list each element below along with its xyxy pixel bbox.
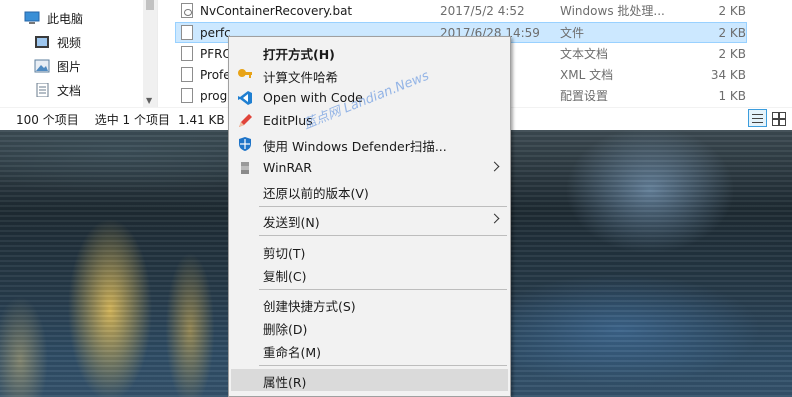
menu-item-label: 使用 Windows Defender扫描... [263,139,447,154]
menu-item-delete[interactable]: 删除(D) [231,316,508,338]
vscode-icon [238,91,252,105]
pictures-folder-icon [34,59,50,73]
menu-item-label: WinRAR [263,160,312,175]
xml-file-icon [181,67,193,82]
menu-item-label: 创建快捷方式(S) [263,299,356,314]
menu-item-restore-previous-versions[interactable]: 还原以前的版本(V) [231,180,508,202]
video-folder-icon [35,36,49,48]
menu-item-label: 复制(C) [263,269,307,284]
file-size: 2 KB [718,3,746,18]
selection-size: 1.41 KB [178,112,225,127]
menu-item-label: 重命名(M) [263,345,322,360]
menu-item-editplus[interactable]: EditPlus [231,110,508,132]
batch-file-icon [181,3,193,18]
nav-item-videos[interactable]: 视频 [34,31,81,53]
details-view-button[interactable] [748,109,767,127]
settings-file-icon [181,88,193,103]
file-type: 文件 [560,26,585,40]
submenu-arrow-icon [489,161,500,172]
file-date: 2017/5/2 4:52 [440,3,525,18]
menu-item-copy[interactable]: 复制(C) [231,263,508,285]
nav-item-label: 视频 [57,35,82,50]
selection-count: 选中 1 个项目 [94,113,170,127]
scroll-down-arrow-icon[interactable]: ▼ [146,96,152,105]
menu-item-label: 属性(R) [263,375,307,390]
nav-item-label: 图片 [57,59,82,74]
nav-item-this-pc[interactable]: 此电脑 [24,7,83,29]
menu-item-defender-scan[interactable]: 使用 Windows Defender扫描... [231,133,508,155]
item-count: 100 个项目 [16,113,79,127]
menu-item-create-shortcut[interactable]: 创建快捷方式(S) [231,293,508,315]
file-row[interactable]: NvContainerRecovery.bat 2017/5/2 4:52 Wi… [176,0,746,21]
file-size: 2 KB [718,46,746,61]
file-size: 1 KB [718,88,746,103]
menu-item-label: 删除(D) [263,322,308,337]
menu-item-label: 剪切(T) [263,246,306,261]
menu-item-properties[interactable]: 属性(R) [231,369,508,391]
nav-item-documents[interactable]: 文档 [34,79,81,101]
menu-item-rename[interactable]: 重命名(M) [231,339,508,361]
file-name: NvContainerRecovery.bat [200,3,353,18]
large-icons-view-button[interactable] [769,109,788,127]
navigation-scrollbar[interactable]: ▼ [143,0,157,107]
menu-item-label: 计算文件哈希 [263,70,339,85]
text-file-icon [181,46,193,61]
menu-separator [259,365,507,366]
menu-separator [259,206,507,207]
menu-separator [259,235,507,236]
nav-item-label: 此电脑 [47,11,84,26]
file-type: Windows 批处理... [560,4,665,18]
submenu-arrow-icon [489,213,500,224]
documents-folder-icon [36,83,49,97]
navigation-pane: 此电脑 视频 图片 文档 ▼ [0,0,158,107]
key-icon [238,69,252,78]
file-size: 34 KB [710,67,746,82]
file-icon [181,25,193,40]
winrar-icon [241,162,249,174]
computer-icon [24,11,40,24]
file-type: XML 文档 [560,68,614,82]
scrollbar-thumb[interactable] [146,0,154,10]
menu-item-label: 打开方式(H) [263,47,335,62]
menu-item-cut[interactable]: 剪切(T) [231,240,508,262]
menu-item-open-with[interactable]: 打开方式(H) [231,41,508,63]
menu-item-label: 发送到(N) [263,215,320,230]
nav-item-label: 文档 [57,83,82,98]
file-size: 2 KB [718,25,746,40]
menu-item-label: 还原以前的版本(V) [263,186,369,201]
file-type: 配置设置 [560,89,609,103]
menu-item-winrar[interactable]: WinRAR [231,157,508,179]
editplus-icon [239,114,252,127]
file-type: 文本文档 [560,47,609,61]
windows-defender-icon [239,137,251,151]
nav-item-pictures[interactable]: 图片 [34,55,81,77]
menu-item-send-to[interactable]: 发送到(N) [231,209,508,231]
menu-separator [259,289,507,290]
menu-item-compute-hash[interactable]: 计算文件哈希 [231,64,508,86]
